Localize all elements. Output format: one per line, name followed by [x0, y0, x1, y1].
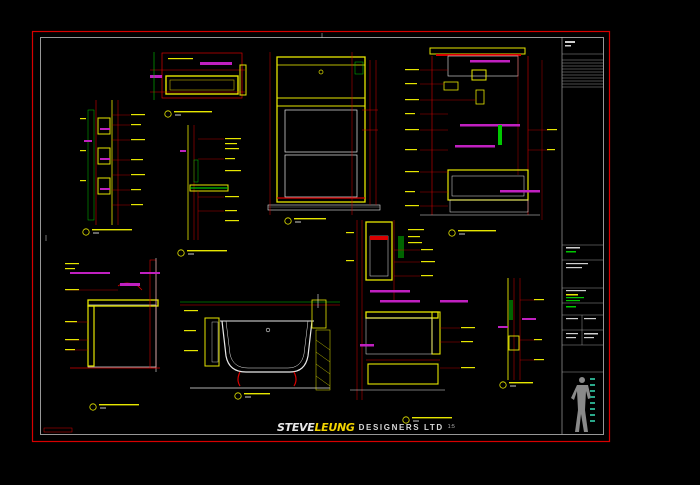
- brand-suffix: LEUNG: [314, 420, 355, 434]
- firm-logo: STEVELEUNG DESIGNERS LTD 1:5: [277, 420, 455, 434]
- cad-drawing-sheet: [0, 0, 700, 485]
- drawing-scale: 1:5: [447, 424, 455, 430]
- firm-name: DESIGNERS LTD: [358, 422, 444, 432]
- brand-prefix: STEVE: [277, 420, 315, 434]
